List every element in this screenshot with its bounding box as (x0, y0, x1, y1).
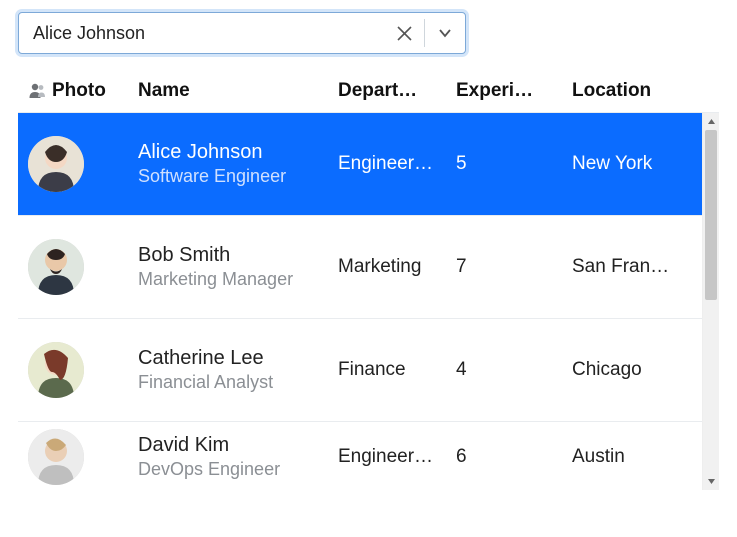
row-role: Marketing Manager (138, 268, 338, 291)
column-header-experience[interactable]: Experi… (456, 80, 572, 102)
row-experience: 6 (456, 446, 572, 468)
row-location: New York (572, 153, 702, 175)
column-header-department[interactable]: Depart… (338, 80, 456, 102)
row-name: Alice Johnson (138, 140, 338, 165)
row-experience: 5 (456, 153, 572, 175)
row-location: San Fran… (572, 256, 702, 278)
avatar (28, 342, 84, 398)
row-department: Engineer… (338, 153, 456, 175)
row-role: Financial Analyst (138, 371, 338, 394)
column-header-name[interactable]: Name (138, 80, 338, 102)
avatar (28, 136, 84, 192)
person-icon (28, 82, 46, 100)
row-role: DevOps Engineer (138, 458, 338, 481)
clear-icon[interactable] (384, 13, 424, 53)
row-name: David Kim (138, 433, 338, 458)
row-experience: 7 (456, 256, 572, 278)
column-header-photo[interactable]: Photo (28, 80, 138, 102)
column-header-photo-label: Photo (52, 80, 106, 102)
employee-search-combobox[interactable] (18, 12, 466, 54)
row-department: Marketing (338, 256, 456, 278)
table-row[interactable]: Catherine Lee Financial Analyst Finance … (18, 319, 702, 422)
avatar (28, 239, 84, 295)
row-location: Chicago (572, 359, 702, 381)
scroll-down-icon[interactable] (703, 473, 719, 490)
scrollbar-thumb[interactable] (705, 130, 717, 300)
chevron-down-icon[interactable] (425, 13, 465, 53)
row-experience: 4 (456, 359, 572, 381)
scroll-up-icon[interactable] (703, 113, 719, 130)
table-row[interactable]: Alice Johnson Software Engineer Engineer… (18, 113, 702, 216)
results-list-area: Alice Johnson Software Engineer Engineer… (18, 112, 719, 490)
row-role: Software Engineer (138, 165, 338, 188)
table-row[interactable]: Bob Smith Marketing Manager Marketing 7 … (18, 216, 702, 319)
row-name: Bob Smith (138, 243, 338, 268)
row-department: Finance (338, 359, 456, 381)
row-name: Catherine Lee (138, 346, 338, 371)
search-input[interactable] (19, 13, 384, 53)
column-header-location[interactable]: Location (572, 80, 702, 102)
row-location: Austin (572, 446, 702, 468)
table-row[interactable]: David Kim DevOps Engineer Engineer… 6 Au… (18, 422, 702, 490)
row-department: Engineer… (338, 446, 456, 468)
results-list[interactable]: Alice Johnson Software Engineer Engineer… (18, 113, 702, 490)
avatar (28, 429, 84, 485)
scrollbar[interactable] (702, 113, 719, 490)
table-header: Photo Name Depart… Experi… Location (18, 76, 719, 112)
